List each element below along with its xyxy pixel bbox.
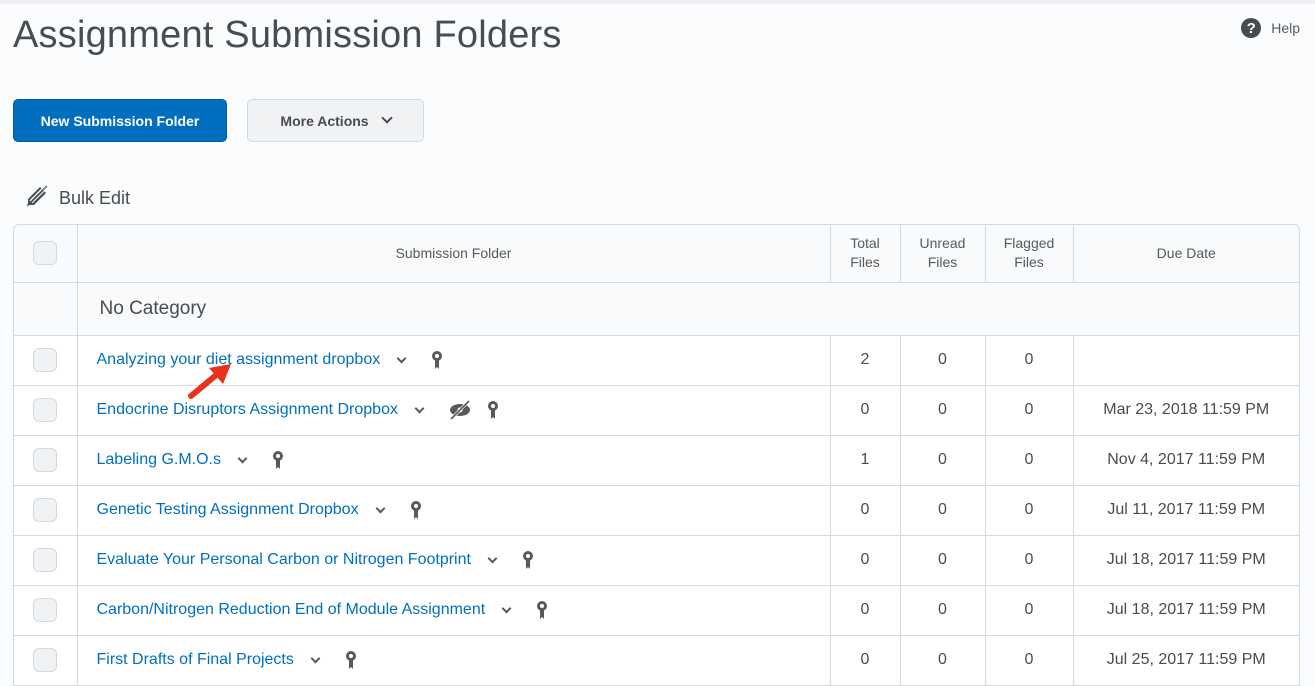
total-files: 0: [830, 485, 901, 536]
select-all-cell: [14, 225, 78, 283]
row-checkbox[interactable]: [33, 448, 58, 472]
row-checkbox[interactable]: [33, 548, 58, 572]
ribbon-award-icon: [431, 350, 443, 370]
row-checkbox[interactable]: [33, 348, 58, 372]
chevron-down-icon[interactable]: [237, 453, 248, 463]
ribbon-award-icon: [345, 650, 357, 670]
due-date: Jul 18, 2017 11:59 PM: [1073, 535, 1299, 586]
flagged-files: 0: [985, 635, 1074, 686]
pencil-icon: [25, 184, 49, 213]
column-header-total-files[interactable]: Total Files: [830, 225, 901, 283]
total-files: 0: [830, 385, 901, 436]
unread-files: 0: [900, 635, 986, 686]
more-actions-label: More Actions: [280, 112, 369, 129]
bulk-edit-button[interactable]: Bulk Edit: [25, 184, 130, 213]
unread-files: 0: [900, 535, 986, 586]
table-header-row: Submission Folder Total Files Unread Files…: [14, 225, 1299, 283]
submission-folders-table: Submission Folder Total Files Unread Files…: [13, 224, 1300, 686]
category-row: No Category: [14, 282, 1299, 336]
folder-link[interactable]: Evaluate Your Personal Carbon or Nitroge…: [97, 551, 471, 569]
bulk-edit-label: Bulk Edit: [59, 188, 131, 208]
table-row: Evaluate Your Personal Carbon or Nitroge…: [14, 535, 1299, 586]
due-date: Mar 23, 2018 11:59 PM: [1073, 385, 1299, 436]
chevron-down-icon: [380, 112, 393, 124]
category-label: No Category: [77, 282, 1299, 336]
folder-link[interactable]: Endocrine Disruptors Assignment Dropbox: [97, 401, 398, 419]
ribbon-award-icon: [410, 500, 422, 520]
help-icon: ?: [1241, 18, 1262, 38]
top-border: [0, 0, 1315, 4]
row-checkbox[interactable]: [33, 598, 58, 622]
unread-files: 0: [900, 435, 986, 486]
table-row: First Drafts of Final Projects 0 0 0 Jul…: [14, 635, 1299, 686]
chevron-down-icon[interactable]: [396, 353, 407, 363]
column-header-due-date[interactable]: Due Date: [1073, 225, 1299, 283]
flagged-files: 0: [985, 585, 1074, 636]
column-header-submission-folder[interactable]: Submission Folder: [77, 225, 831, 283]
folder-link[interactable]: First Drafts of Final Projects: [97, 651, 294, 669]
more-actions-button[interactable]: More Actions: [247, 99, 424, 142]
flagged-files: 0: [985, 535, 1074, 586]
folder-link[interactable]: Analyzing your diet assignment dropbox: [97, 351, 381, 369]
chevron-down-icon[interactable]: [487, 553, 498, 563]
column-header-flagged-files[interactable]: Flagged Files: [985, 225, 1074, 283]
ribbon-award-icon: [272, 450, 284, 470]
unread-files: 0: [900, 485, 986, 536]
table-row: Carbon/Nitrogen Reduction End of Module …: [14, 585, 1299, 636]
total-files: 0: [830, 585, 901, 636]
table-row: Endocrine Disruptors Assignment Dropbox …: [14, 385, 1299, 436]
due-date: [1073, 335, 1299, 386]
page-title: Assignment Submission Folders: [13, 14, 562, 56]
ribbon-award-icon: [522, 550, 534, 570]
chevron-down-icon[interactable]: [414, 403, 425, 413]
ribbon-award-icon: [536, 600, 548, 620]
column-header-unread-files[interactable]: Unread Files: [900, 225, 986, 283]
due-date: Jul 25, 2017 11:59 PM: [1073, 635, 1299, 686]
total-files: 0: [830, 635, 901, 686]
unread-files: 0: [900, 585, 986, 636]
chevron-down-icon[interactable]: [501, 603, 512, 613]
unread-files: 0: [900, 385, 986, 436]
table-row: Labeling G.M.O.s 1 0 0 Nov 4, 2017 11:59…: [14, 435, 1299, 486]
due-date: Jul 11, 2017 11:59 PM: [1073, 485, 1299, 536]
total-files: 0: [830, 535, 901, 586]
table-row: Genetic Testing Assignment Dropbox 0 0 0…: [14, 485, 1299, 536]
flagged-files: 0: [985, 385, 1074, 436]
unread-files: 0: [900, 335, 986, 386]
select-all-checkbox[interactable]: [33, 241, 58, 266]
new-submission-folder-button[interactable]: New Submission Folder: [13, 99, 227, 142]
due-date: Nov 4, 2017 11:59 PM: [1073, 435, 1299, 486]
help-link[interactable]: ? Help: [1241, 18, 1300, 38]
ribbon-award-icon: [487, 400, 499, 420]
flagged-files: 0: [985, 335, 1074, 386]
folder-link[interactable]: Carbon/Nitrogen Reduction End of Module …: [97, 601, 486, 619]
row-checkbox[interactable]: [33, 648, 58, 672]
folder-link[interactable]: Genetic Testing Assignment Dropbox: [97, 501, 359, 519]
row-checkbox[interactable]: [33, 498, 58, 522]
total-files: 1: [830, 435, 901, 486]
due-date: Jul 18, 2017 11:59 PM: [1073, 585, 1299, 636]
chevron-down-icon[interactable]: [310, 653, 321, 663]
help-label: Help: [1271, 20, 1300, 36]
table-row: Analyzing your diet assignment dropbox 2…: [14, 335, 1299, 386]
new-submission-folder-label: New Submission Folder: [40, 112, 200, 129]
row-checkbox[interactable]: [33, 398, 58, 422]
folder-link[interactable]: Labeling G.M.O.s: [97, 451, 222, 469]
chevron-down-icon[interactable]: [375, 503, 386, 513]
hidden-eye-icon: [449, 400, 471, 420]
flagged-files: 0: [985, 485, 1074, 536]
flagged-files: 0: [985, 435, 1074, 486]
total-files: 2: [830, 335, 901, 386]
